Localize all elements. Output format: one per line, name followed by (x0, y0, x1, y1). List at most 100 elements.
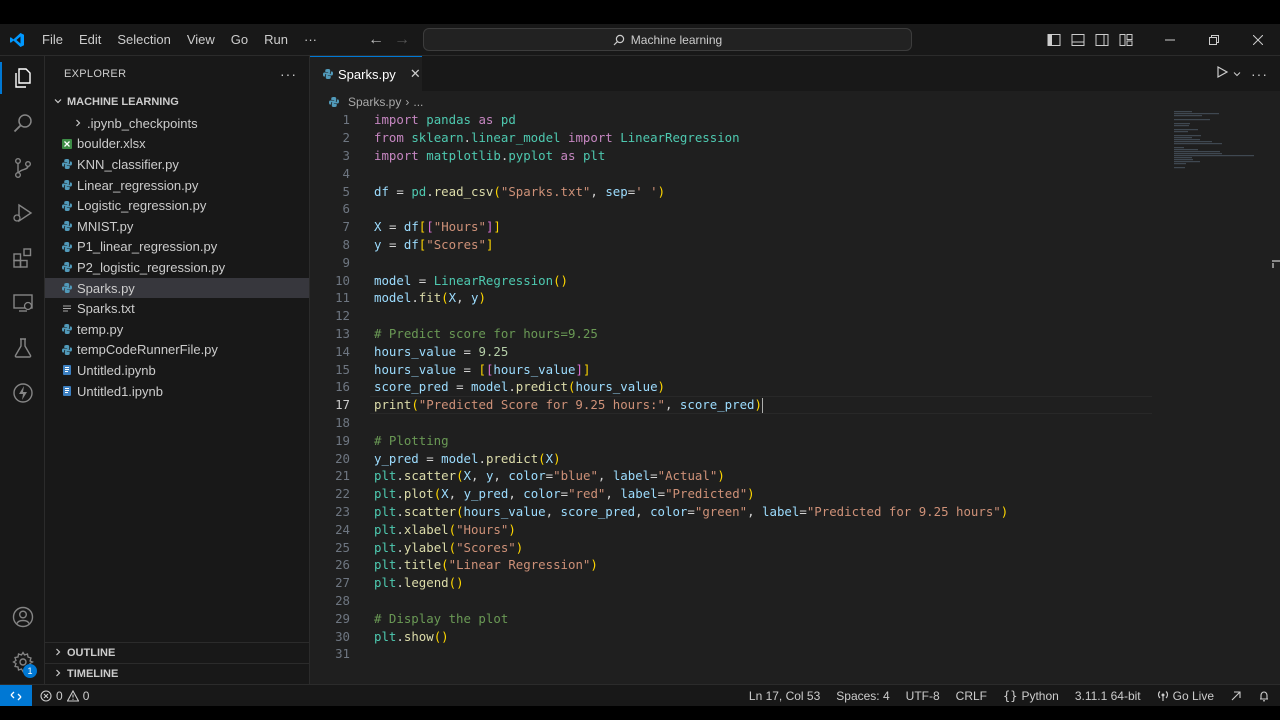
code-line[interactable]: 4 (310, 164, 1280, 182)
editor-more-actions-icon[interactable]: ··· (1251, 66, 1268, 82)
problems-indicator[interactable]: 0 0 (32, 685, 97, 707)
manage-gear-icon[interactable]: 1 (0, 640, 45, 684)
close-window-button[interactable] (1236, 24, 1280, 56)
thunder-client-icon[interactable] (0, 371, 45, 415)
menu-run[interactable]: Run (256, 24, 296, 56)
code-text: # Plotting (374, 432, 449, 448)
code-line[interactable]: 13 # Predict score for hours=9.25 (310, 325, 1280, 343)
command-center-search[interactable]: Machine learning (423, 28, 912, 51)
file-item[interactable]: .ipynb_checkpoints (45, 113, 309, 134)
breadcrumb-symbols[interactable]: ... (413, 95, 423, 109)
code-line[interactable]: 5 df = pd.read_csv("Sparks.txt", sep=' ') (310, 182, 1280, 200)
file-item[interactable]: Logistic_regression.py (45, 195, 309, 216)
customize-layout-icon[interactable] (1114, 24, 1138, 56)
explorer-icon[interactable] (0, 56, 45, 100)
code-line[interactable]: 2 from sklearn.linear_model import Linear… (310, 129, 1280, 147)
forward-arrow-icon[interactable]: → (394, 31, 410, 49)
code-line[interactable]: 18 (310, 414, 1280, 432)
code-line[interactable]: 16 score_pred = model.predict(hours_value… (310, 378, 1280, 396)
language-mode[interactable]: {} Python (995, 685, 1067, 707)
timeline-section[interactable]: TIMELINE (45, 663, 310, 684)
warning-count: 0 (82, 688, 90, 703)
go-live-button[interactable]: Go Live (1149, 685, 1222, 707)
file-item[interactable]: Linear_regression.py (45, 175, 309, 196)
code-line[interactable]: 24 plt.xlabel("Hours") (310, 520, 1280, 538)
code-line[interactable]: 11 model.fit(X, y) (310, 289, 1280, 307)
code-line[interactable]: 8 y = df["Scores"] (310, 236, 1280, 254)
back-arrow-icon[interactable]: ← (368, 31, 384, 49)
close-tab-icon[interactable]: ✕ (410, 66, 421, 82)
run-debug-icon[interactable] (0, 191, 45, 235)
file-item[interactable]: tempCodeRunnerFile.py (45, 340, 309, 361)
minimize-button[interactable] (1148, 24, 1192, 56)
remote-explorer-icon[interactable] (0, 281, 45, 325)
explorer-more-icon[interactable]: ··· (280, 66, 297, 82)
toggle-primary-sidebar-icon[interactable] (1042, 24, 1066, 56)
file-item[interactable]: Sparks.py (45, 277, 309, 299)
workspace-folder[interactable]: MACHINE LEARNING (45, 91, 309, 113)
testing-icon[interactable] (0, 326, 45, 370)
accounts-icon[interactable] (0, 595, 45, 639)
code-line[interactable]: 27 plt.legend() (310, 574, 1280, 592)
menu-view[interactable]: View (179, 24, 223, 56)
code-line[interactable]: 10 model = LinearRegression() (310, 271, 1280, 289)
code-line[interactable]: 14 hours_value = 9.25 (310, 342, 1280, 360)
code-line[interactable]: 9 (310, 253, 1280, 271)
python-interpreter[interactable]: 3.11.1 64-bit (1067, 685, 1149, 707)
run-python-file-icon[interactable] (1215, 65, 1229, 82)
code-line[interactable]: 22 plt.plot(X, y_pred, color="red", label… (310, 485, 1280, 503)
menu-file[interactable]: File (34, 24, 71, 56)
source-control-icon[interactable] (0, 146, 45, 190)
code-line[interactable]: 31 (310, 645, 1280, 663)
indentation[interactable]: Spaces: 4 (828, 685, 897, 707)
breadcrumb-file[interactable]: Sparks.py (348, 95, 401, 109)
code-line[interactable]: 20 y_pred = model.predict(X) (310, 449, 1280, 467)
minimap[interactable] (1170, 109, 1260, 169)
line-number: 25 (335, 539, 350, 555)
code-line[interactable]: 3 import matplotlib.pyplot as plt (310, 147, 1280, 165)
cursor-position[interactable]: Ln 17, Col 53 (741, 685, 828, 707)
file-item[interactable]: Sparks.txt (45, 298, 309, 319)
file-item[interactable]: temp.py (45, 319, 309, 340)
remote-indicator-icon[interactable] (0, 684, 32, 707)
scrollbar-marker[interactable] (1270, 256, 1280, 268)
code-line[interactable]: 30 plt.show() (310, 627, 1280, 645)
tab-sparks-py[interactable]: Sparks.py ✕ (310, 56, 422, 91)
file-item[interactable]: P1_linear_regression.py (45, 237, 309, 258)
code-line[interactable]: 29 # Display the plot (310, 609, 1280, 627)
code-line[interactable]: 12 (310, 307, 1280, 325)
toggle-panel-icon[interactable] (1066, 24, 1090, 56)
code-line[interactable]: 19 # Plotting (310, 431, 1280, 449)
code-editor[interactable]: 1 import pandas as pd 2 from sklearn.linear… (310, 109, 1280, 669)
code-line[interactable]: 21 plt.scatter(X, y, color="blue", label=… (310, 467, 1280, 485)
code-line[interactable]: 25 plt.ylabel("Scores") (310, 538, 1280, 556)
file-item[interactable]: Untitled1.ipynb (45, 381, 309, 402)
code-line[interactable]: 6 (310, 200, 1280, 218)
menu-selection[interactable]: Selection (109, 24, 178, 56)
feedback-icon[interactable] (1222, 685, 1250, 707)
line-endings[interactable]: CRLF (948, 685, 995, 707)
file-item[interactable]: MNIST.py (45, 216, 309, 237)
file-item[interactable]: P2_logistic_regression.py (45, 257, 309, 278)
code-line[interactable]: 26 plt.title("Linear Regression") (310, 556, 1280, 574)
file-item[interactable]: Untitled.ipynb (45, 360, 309, 381)
extensions-icon[interactable] (0, 236, 45, 280)
outline-section[interactable]: OUTLINE (45, 642, 310, 663)
code-line[interactable]: 17 print("Predicted Score for 9.25 hours:… (310, 395, 1280, 414)
restore-button[interactable] (1192, 24, 1236, 56)
run-dropdown-chevron-icon[interactable] (1233, 66, 1241, 81)
toggle-secondary-sidebar-icon[interactable] (1090, 24, 1114, 56)
menu-more[interactable]: ··· (296, 24, 325, 56)
code-line[interactable]: 28 (310, 592, 1280, 610)
notifications-bell-icon[interactable] (1250, 685, 1280, 707)
code-line[interactable]: 23 plt.scatter(hours_value, score_pred, c… (310, 503, 1280, 521)
menu-go[interactable]: Go (223, 24, 256, 56)
code-line[interactable]: 15 hours_value = [[hours_value]] (310, 360, 1280, 378)
menu-edit[interactable]: Edit (71, 24, 109, 56)
code-line[interactable]: 7 X = df[["Hours"]] (310, 218, 1280, 236)
encoding[interactable]: UTF-8 (898, 685, 948, 707)
code-line[interactable]: 1 import pandas as pd (310, 111, 1280, 129)
search-view-icon[interactable] (0, 101, 45, 145)
file-item[interactable]: boulder.xlsx (45, 134, 309, 155)
file-item[interactable]: KNN_classifier.py (45, 154, 309, 175)
